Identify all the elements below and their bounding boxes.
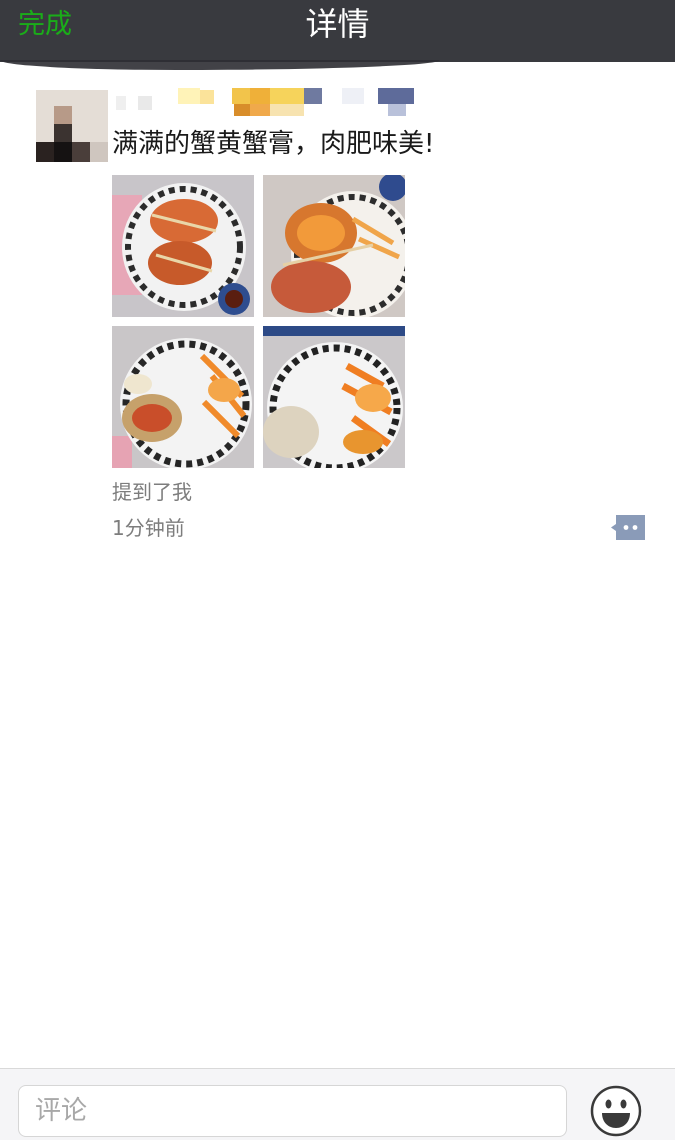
post-photo-1[interactable] — [112, 175, 254, 317]
navbar-edge — [0, 60, 675, 74]
emoji-button[interactable] — [590, 1085, 642, 1137]
crab-photo-icon — [263, 326, 405, 468]
post-photo-2[interactable] — [263, 175, 405, 317]
username-redacted[interactable] — [116, 88, 416, 120]
crab-photo-icon — [263, 175, 405, 317]
avatar[interactable] — [36, 90, 108, 162]
comment-input[interactable] — [18, 1085, 567, 1137]
smiley-icon — [590, 1085, 642, 1137]
post-photo-3[interactable] — [112, 326, 254, 468]
post-timestamp: 1分钟前 — [112, 516, 185, 540]
post-text: 满满的蟹黄蟹膏，肉肥味美! — [112, 129, 435, 159]
mention-label: 提到了我 — [112, 480, 192, 504]
top-navbar: 完成 详情 — [0, 0, 675, 62]
crab-photo-icon — [112, 326, 254, 468]
comment-bubble-icon — [611, 515, 645, 540]
smeared-edge-decoration — [0, 60, 440, 70]
comment-button[interactable] — [611, 515, 645, 540]
comment-bar — [0, 1068, 675, 1140]
crab-photo-icon — [112, 175, 254, 317]
post-photo-4[interactable] — [263, 326, 405, 468]
page-title: 详情 — [305, 5, 370, 43]
